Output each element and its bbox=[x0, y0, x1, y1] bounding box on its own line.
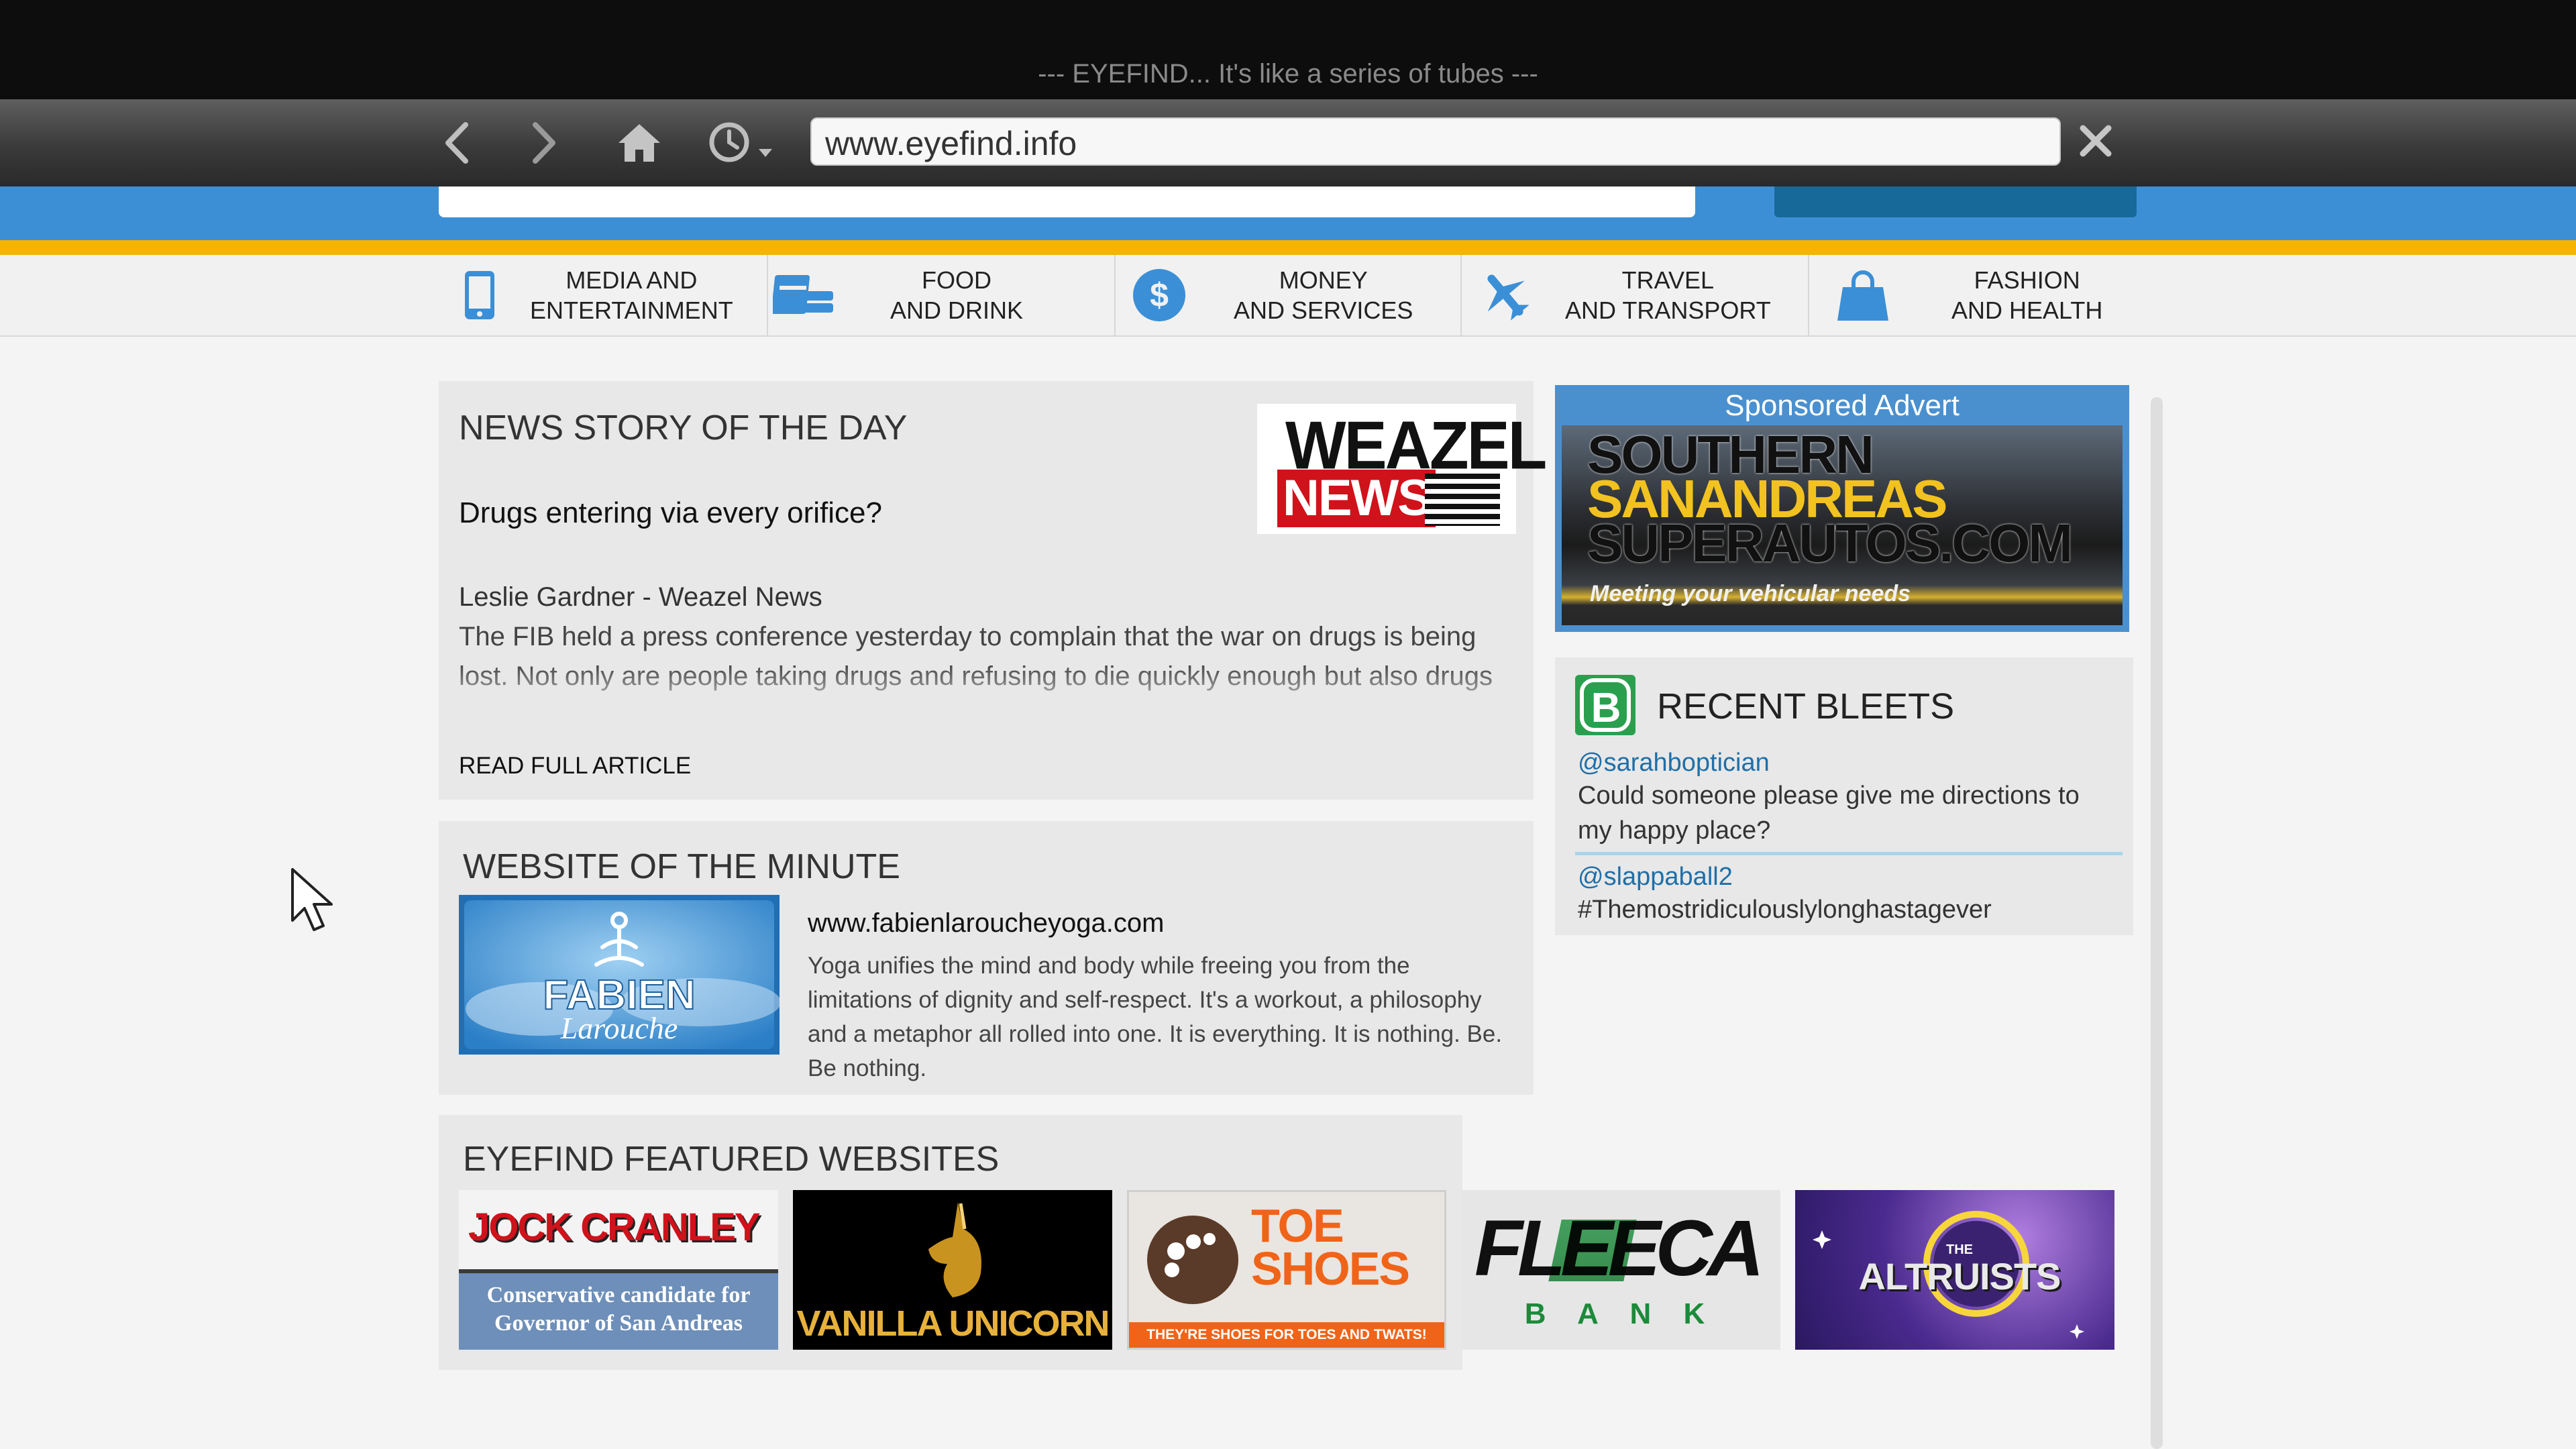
random-button[interactable] bbox=[1774, 186, 2137, 217]
weazel-news-logo[interactable]: WEAZEL NEWS bbox=[1257, 404, 1547, 534]
larouche-logo-text: Larouche bbox=[560, 1011, 678, 1045]
category-nav: MEDIA AND ENTERTAINMENT FOOD AND DRINK $… bbox=[0, 255, 2576, 337]
featured-jock-cranley[interactable]: JOCK CRANLEY Conservative candidate for … bbox=[459, 1190, 778, 1350]
plane-icon bbox=[1462, 267, 1549, 323]
mouse-cursor-icon bbox=[290, 867, 337, 934]
ad-tagline: Meeting your vehicular needs bbox=[1590, 581, 1911, 606]
news-body: The FIB held a press conference yesterda… bbox=[459, 622, 1493, 703]
read-full-article-link[interactable]: READ FULL ARTICLE bbox=[459, 753, 691, 780]
category-money[interactable]: $ MONEY AND SERVICES bbox=[1116, 255, 1460, 335]
news-heading: NEWS STORY OF THE DAY bbox=[459, 409, 908, 447]
logo-stripes bbox=[1425, 474, 1500, 526]
news-story-panel: NEWS STORY OF THE DAY WEAZEL NEWS Drugs … bbox=[439, 381, 1547, 800]
history-clock-icon[interactable] bbox=[702, 113, 782, 173]
page-scrollbar[interactable] bbox=[2151, 397, 2163, 1449]
news-headline[interactable]: Drugs entering via every orifice? bbox=[459, 496, 882, 530]
close-icon[interactable] bbox=[2070, 114, 2122, 168]
altruists-title: ALTRUISTS bbox=[1858, 1255, 2061, 1297]
category-label: TRAVEL AND TRANSPORT bbox=[1565, 266, 1771, 324]
window-title: --- EYEFIND... It's like a series of tub… bbox=[1038, 59, 1538, 89]
bleets-heading: RECENT BLEETS bbox=[1657, 686, 1955, 727]
featured-fleeca-bank[interactable]: FLEECA B A N K bbox=[1461, 1190, 1780, 1350]
svg-text:$: $ bbox=[1150, 276, 1169, 314]
wotm-url[interactable]: www.fabienlaroucheyoga.com bbox=[808, 908, 1164, 938]
wotm-description: Yoga unifies the mind and body while fre… bbox=[808, 953, 1503, 1081]
dollar-icon: $ bbox=[1116, 268, 1203, 323]
category-label: MONEY AND SERVICES bbox=[1234, 266, 1413, 324]
featured-toe-shoes[interactable]: TOE SHOES THEY'RE SHOES FOR TOES AND TWA… bbox=[1127, 1190, 1446, 1350]
toe-shoes-title: TOE SHOES bbox=[1251, 1199, 1410, 1295]
shopping-bag-icon bbox=[1809, 267, 1917, 323]
forward-arrow-icon[interactable] bbox=[514, 113, 574, 173]
url-input[interactable]: www.eyefind.info bbox=[810, 117, 2061, 166]
wotm-heading: WEBSITE OF THE MINUTE bbox=[463, 847, 900, 886]
featured-heading: EYEFIND FEATURED WEBSITES bbox=[463, 1140, 1000, 1179]
bleet-user-link[interactable]: @slappaball2 bbox=[1578, 863, 1733, 892]
category-travel[interactable]: TRAVEL AND TRANSPORT bbox=[1462, 255, 1808, 335]
toe-shoes-tagline: THEY'RE SHOES FOR TOES AND TWATS! bbox=[1129, 1322, 1444, 1348]
sponsored-label: Sponsored Advert bbox=[1725, 389, 1960, 422]
bleet-divider bbox=[1575, 852, 2123, 855]
fleeca-subtitle: B A N K bbox=[1524, 1297, 1717, 1330]
svg-text:B: B bbox=[1591, 685, 1621, 731]
category-fashion[interactable]: FASHION AND HEALTH bbox=[1809, 255, 2131, 335]
category-media[interactable]: MEDIA AND ENTERTAINMENT bbox=[449, 255, 767, 335]
vanilla-unicorn-title: VANILLA UNICORN bbox=[796, 1303, 1110, 1344]
ad-line3: SUPERAUTOS.COM bbox=[1587, 513, 2073, 573]
logo-line2: NEWS bbox=[1277, 470, 1436, 527]
fabien-larouche-logo[interactable]: FABIEN Larouche bbox=[459, 895, 781, 1055]
back-arrow-icon[interactable] bbox=[427, 113, 487, 173]
bleet-text: #Themostridiculouslylonghastagever bbox=[1578, 896, 1992, 924]
jock-cranley-title: JOCK CRANLEY bbox=[468, 1205, 761, 1249]
recent-bleets-panel: B RECENT BLEETS @sarahboptician Could so… bbox=[1555, 657, 2133, 935]
featured-altruists[interactable]: THE ALTRUISTS bbox=[1795, 1190, 2114, 1350]
phone-icon bbox=[449, 270, 510, 321]
website-of-minute-panel: WEBSITE OF THE MINUTE FABIEN Larouche ww… bbox=[439, 821, 1534, 1095]
superautos-ad-image[interactable]: SOUTHERN SANANDREAS SUPERAUTOS.COM Meeti… bbox=[1562, 425, 2123, 625]
sponsored-advert[interactable]: Sponsored Advert SOUTHERN SANANDREAS SUP… bbox=[1555, 385, 2129, 632]
bleet-text: Could someone please give me directions … bbox=[1578, 782, 2080, 845]
category-label: FOOD AND DRINK bbox=[890, 266, 1024, 324]
toe-shoe-icon bbox=[1147, 1216, 1238, 1304]
news-author: Leslie Gardner - Weazel News bbox=[459, 582, 822, 612]
home-icon[interactable] bbox=[609, 113, 669, 173]
header-accent-band bbox=[0, 240, 2576, 255]
food-icon bbox=[768, 271, 842, 319]
category-label: FASHION AND HEALTH bbox=[1951, 266, 2103, 324]
unicorn-icon bbox=[928, 1202, 981, 1297]
featured-vanilla-unicorn[interactable]: VANILLA UNICORN bbox=[793, 1190, 1112, 1350]
jock-cranley-subtitle: Conservative candidate for Governor of S… bbox=[486, 1283, 751, 1336]
category-food[interactable]: FOOD AND DRINK bbox=[768, 255, 1114, 335]
featured-websites-panel: EYEFIND FEATURED WEBSITES JOCK CRANLEY C… bbox=[439, 1115, 2114, 1370]
bleet-user-link[interactable]: @sarahboptician bbox=[1578, 749, 1770, 777]
bleeter-icon: B bbox=[1575, 675, 1635, 735]
fleeca-green-mark bbox=[1548, 1220, 1637, 1281]
category-label: MEDIA AND ENTERTAINMENT bbox=[530, 266, 733, 324]
search-input[interactable] bbox=[439, 186, 1695, 217]
